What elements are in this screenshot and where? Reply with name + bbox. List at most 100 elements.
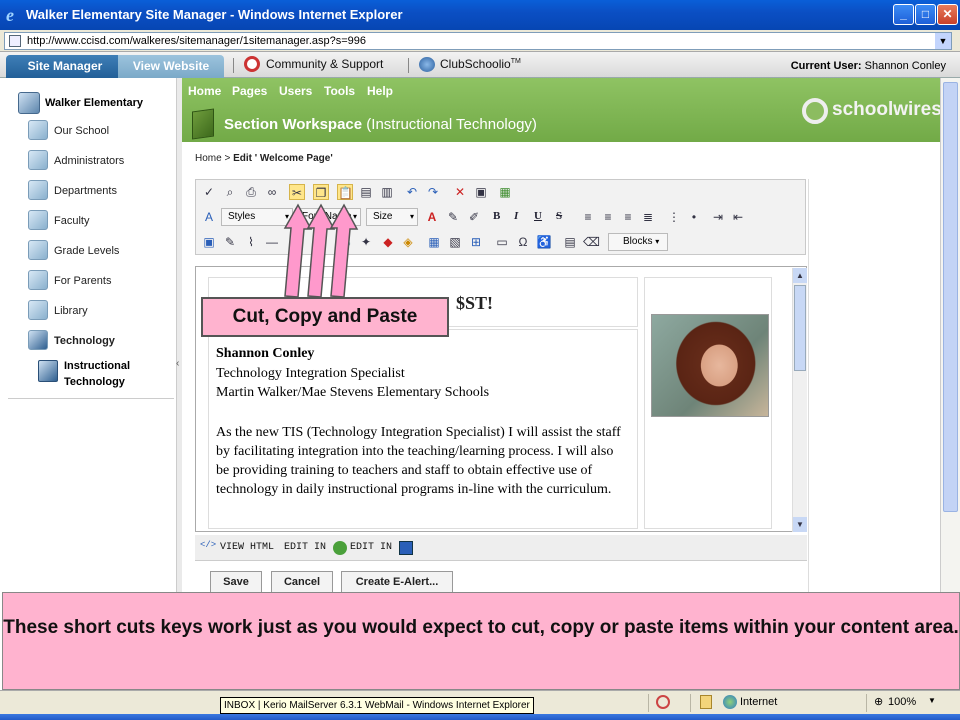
indent-icon[interactable]: ⇥ (710, 209, 726, 225)
collapse-sidebar-icon[interactable]: ‹ (176, 358, 179, 369)
community-support-link[interactable]: Community & Support (266, 57, 383, 71)
special-character-icon[interactable]: Ω (515, 234, 531, 250)
view-html-button[interactable]: VIEW HTML (220, 542, 274, 553)
font-select[interactable]: Font Name ▾ (295, 208, 361, 226)
close-button[interactable]: ✕ (937, 4, 958, 25)
dreamweaver-icon[interactable] (333, 541, 347, 555)
align-center-icon[interactable]: ≡ (600, 209, 616, 225)
nav-home[interactable]: Home (188, 84, 221, 98)
zoom-dropdown-icon[interactable]: ▼ (928, 696, 936, 705)
nav-pages[interactable]: Pages (232, 84, 267, 98)
print-icon[interactable]: ⎙ (243, 184, 259, 200)
table-properties-icon[interactable]: ▧ (447, 234, 463, 250)
globe-icon (723, 695, 737, 709)
minimize-button[interactable]: _ (893, 4, 914, 25)
outdent-icon[interactable]: ⇤ (730, 209, 746, 225)
save-button[interactable]: Save (210, 571, 262, 593)
status-divider (866, 694, 867, 712)
table-icon[interactable]: ▦ (426, 234, 442, 250)
address-input[interactable]: http://www.ccisd.com/walkeres/sitemanage… (4, 32, 952, 50)
image-icon[interactable]: ▣ (201, 234, 217, 250)
font-select-value: Font Name (302, 211, 352, 222)
lifebuoy-icon[interactable] (244, 56, 260, 72)
nav-users[interactable]: Users (279, 84, 312, 98)
attachment-icon[interactable]: ⌇ (243, 234, 259, 250)
window-scroll-thumb[interactable] (943, 82, 958, 512)
tab-view-website[interactable]: View Website (118, 55, 224, 78)
spellcheck-icon[interactable]: ✓ (201, 184, 217, 200)
format-painter-icon[interactable]: ✐ (466, 209, 482, 225)
media-icon[interactable]: ◆ (380, 234, 396, 250)
paste-icon[interactable]: 📋 (337, 184, 353, 200)
folder-icon (28, 210, 48, 230)
unlink-icon[interactable]: ◔ (312, 234, 328, 250)
scroll-down-icon[interactable]: ▼ (793, 517, 807, 532)
status-divider (648, 694, 649, 712)
certificate-icon[interactable] (700, 695, 712, 709)
redo-icon[interactable]: ↷ (425, 184, 441, 200)
scroll-up-icon[interactable]: ▲ (793, 268, 807, 283)
copy-icon[interactable]: ❐ (313, 184, 329, 200)
privacy-icon[interactable] (656, 695, 670, 709)
address-dropdown-icon[interactable]: ▼ (935, 33, 951, 49)
cancel-button[interactable]: Cancel (271, 571, 333, 593)
paste-text-icon[interactable]: ▤ (358, 184, 374, 200)
align-right-icon[interactable]: ≡ (620, 209, 636, 225)
cell-properties-icon[interactable]: ⊞ (468, 234, 484, 250)
breadcrumb-home[interactable]: Home (195, 153, 222, 164)
folder-icon (28, 150, 48, 170)
clubschoolio-icon[interactable] (419, 57, 435, 72)
form-icon[interactable]: ◈ (400, 234, 416, 250)
folder-icon (28, 180, 48, 200)
sidebar-item-label: Library (54, 305, 88, 317)
nav-help[interactable]: Help (367, 84, 393, 98)
highlight-icon[interactable]: ✎ (445, 209, 461, 225)
italic-button[interactable]: I (514, 210, 518, 222)
image-map-icon[interactable]: ▭ (494, 234, 510, 250)
size-select[interactable]: Size ▾ (366, 208, 418, 226)
frontpage-icon[interactable] (399, 541, 413, 555)
template-icon[interactable]: ▤ (562, 234, 578, 250)
bulleted-list-icon[interactable]: • (686, 209, 702, 225)
binoculars-icon[interactable]: ∞ (264, 184, 280, 200)
flash-icon[interactable]: ✦ (358, 234, 374, 250)
cut-icon[interactable]: ✂ (289, 184, 305, 200)
window-scrollbar[interactable] (940, 78, 960, 600)
link-icon[interactable]: ∞ (288, 234, 304, 250)
horizontal-rule-icon[interactable]: — (264, 234, 280, 250)
edit-in-frontpage-button[interactable]: EDIT IN (350, 542, 392, 553)
content-scrollbar[interactable]: ▲ ▼ (792, 268, 807, 532)
justify-icon[interactable]: ≣ (640, 209, 656, 225)
sidebar-item-label: Departments (54, 185, 117, 197)
delete-icon[interactable]: ✕ (452, 184, 468, 200)
create-e-alert-button[interactable]: Create E-Alert... (341, 571, 453, 593)
nav-tools[interactable]: Tools (324, 84, 355, 98)
scroll-thumb[interactable] (794, 285, 806, 371)
anchor-icon[interactable]: ⚓ (336, 234, 352, 250)
strikethrough-button[interactable]: S (556, 210, 562, 222)
clubschoolio-link[interactable]: ClubSchoolioTM (440, 57, 521, 71)
styles-select[interactable]: Styles ▾ (221, 208, 293, 226)
zoom-level[interactable]: 100% (888, 696, 916, 708)
maximize-button[interactable]: □ (915, 4, 936, 25)
bold-button[interactable]: B (493, 210, 500, 222)
clean-formatting-icon[interactable]: ⌫ (583, 234, 600, 250)
profile-photo[interactable] (651, 314, 769, 417)
underline-button[interactable]: U (534, 210, 542, 222)
numbered-list-icon[interactable]: ⋮ (666, 209, 682, 225)
text-color-icon[interactable]: A (424, 209, 440, 225)
find-icon[interactable]: ⌕ (222, 184, 238, 200)
align-left-icon[interactable]: ≡ (580, 209, 596, 225)
accessibility-icon[interactable]: ♿ (536, 234, 552, 250)
workspace-title-section: (Instructional Technology) (366, 116, 537, 133)
paste-word-icon[interactable]: ▥ (379, 184, 395, 200)
zoom-icon[interactable]: ⊕ (874, 695, 883, 708)
blocks-select[interactable]: Blocks ▾ (608, 233, 668, 251)
font-style-icon[interactable]: A (201, 209, 217, 225)
undo-icon[interactable]: ↶ (404, 184, 420, 200)
preview-icon[interactable]: ▦ (497, 184, 513, 200)
select-all-icon[interactable]: ▣ (473, 184, 489, 200)
tab-site-manager[interactable]: Site Manager (6, 55, 124, 78)
edit-in-dreamweaver-button[interactable]: EDIT IN (284, 542, 326, 553)
edit-image-icon[interactable]: ✎ (222, 234, 238, 250)
